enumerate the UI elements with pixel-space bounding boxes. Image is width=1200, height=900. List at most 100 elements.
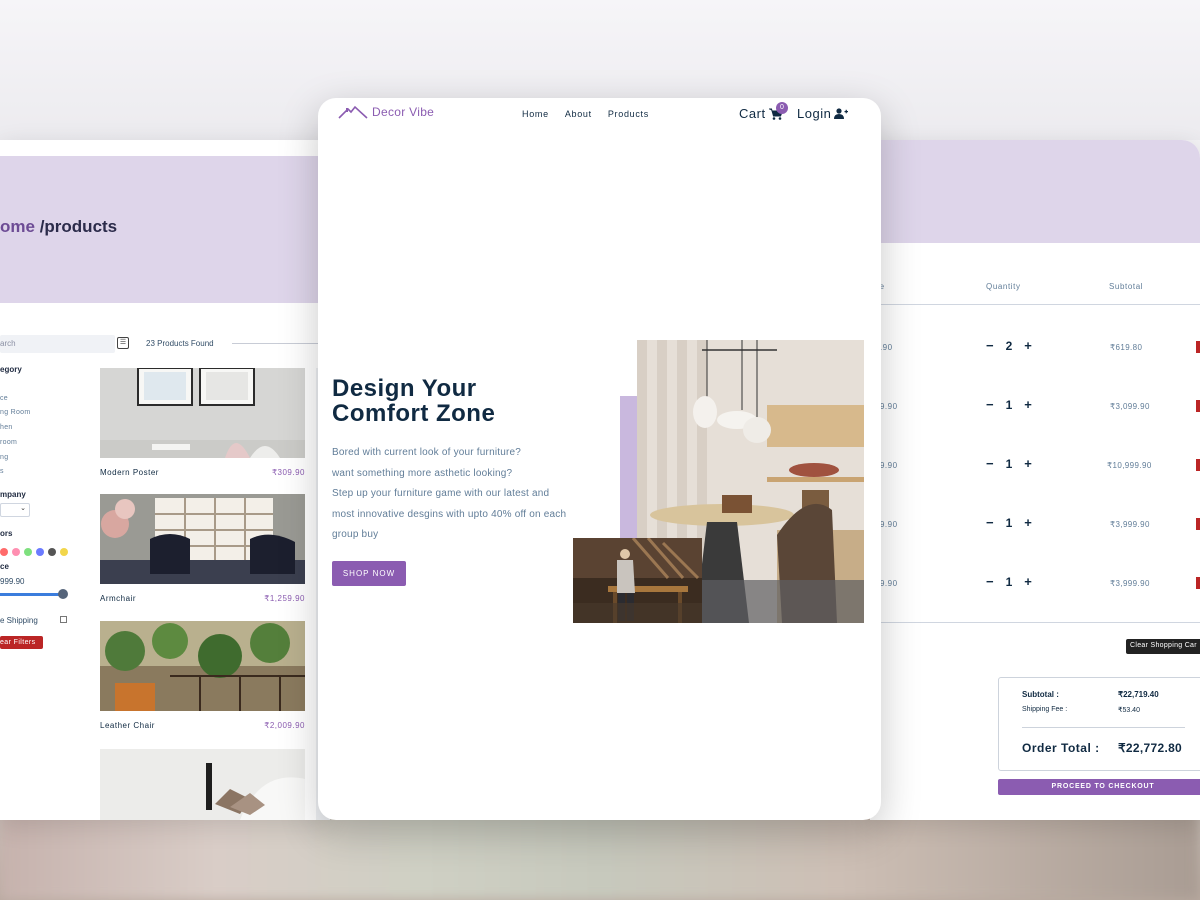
hero-title-line: Comfort Zone — [332, 400, 496, 427]
cart-hero-band — [870, 140, 1200, 243]
increase-button[interactable]: + — [1024, 338, 1032, 353]
increase-button[interactable]: + — [1024, 574, 1032, 589]
decrease-button[interactable]: − — [986, 456, 994, 471]
cart-item-subtotal: ₹3,099.90 — [1110, 402, 1150, 411]
hero-title-line: Design Your — [332, 375, 477, 402]
hero-desc-line: Bored with current look of your furnitur… — [332, 447, 522, 458]
product-image — [100, 749, 305, 820]
breadcrumb: ome /products — [0, 217, 117, 237]
decrease-button[interactable]: − — [986, 397, 994, 412]
product-card[interactable] — [100, 749, 305, 820]
product-card[interactable]: Leather Chair ₹2,009.90 — [100, 621, 305, 730]
quantity-value: 2 — [1005, 338, 1013, 353]
divider — [232, 343, 330, 344]
cart-row: 99.90 − 1 + ₹3,999.90 — [870, 515, 1200, 535]
cart-item-subtotal: ₹10,999.90 — [1107, 461, 1152, 470]
clear-filters-button[interactable]: ear Filters — [0, 636, 43, 649]
product-price: ₹1,259.90 — [264, 594, 305, 603]
nav-home[interactable]: Home — [522, 109, 549, 119]
product-meta: Modern Poster ₹309.90 — [100, 468, 305, 477]
color-swatch[interactable] — [24, 548, 32, 556]
category-item[interactable]: hen — [0, 424, 13, 431]
color-options — [0, 548, 68, 556]
product-name: Leather Chair — [100, 721, 155, 730]
price-filter-title: ce — [0, 562, 9, 571]
product-card[interactable]: Modern Poster ₹309.90 — [100, 368, 305, 477]
product-image — [100, 494, 305, 584]
category-filter-title: egory — [0, 365, 22, 374]
decrease-button[interactable]: − — [986, 574, 994, 589]
decrease-button[interactable]: − — [986, 515, 994, 530]
increase-button[interactable]: + — [1024, 515, 1032, 530]
divider — [870, 304, 1200, 305]
category-item[interactable]: room — [0, 439, 17, 446]
product-meta: Armchair ₹1,259.90 — [100, 594, 305, 603]
company-select[interactable]: ⌄ — [0, 503, 30, 517]
shop-now-button[interactable]: SHOP NOW — [332, 561, 406, 586]
user-plus-icon — [834, 108, 849, 119]
remove-item-button[interactable] — [1196, 577, 1200, 589]
list-view-icon[interactable]: ☰ — [117, 337, 129, 349]
remove-item-button[interactable] — [1196, 518, 1200, 530]
product-price: ₹2,009.90 — [264, 721, 305, 730]
product-name: Armchair — [100, 594, 137, 603]
house-logo-icon — [338, 105, 368, 119]
breadcrumb-home-link[interactable]: ome — [0, 217, 35, 236]
quantity-value: 1 — [1005, 574, 1013, 589]
brand-logo[interactable]: Decor Vibe — [338, 105, 434, 119]
product-card[interactable]: Armchair ₹1,259.90 — [100, 494, 305, 603]
cart-item-subtotal: ₹619.80 — [1110, 343, 1143, 352]
quantity-stepper: − 2 + — [986, 338, 1032, 353]
remove-item-button[interactable] — [1196, 341, 1200, 353]
search-input[interactable]: arch — [0, 335, 115, 353]
remove-item-button[interactable] — [1196, 459, 1200, 471]
increase-button[interactable]: + — [1024, 397, 1032, 412]
cart-row: 9.90 − 2 + ₹619.80 — [870, 338, 1200, 358]
price-slider-handle[interactable] — [58, 589, 68, 599]
category-item[interactable]: ng Room — [0, 409, 31, 416]
color-swatch[interactable] — [12, 548, 20, 556]
divider — [870, 622, 1200, 623]
cart-page-preview: ce Quantity Subtotal 9.90 − 2 + ₹619.80 … — [870, 140, 1200, 820]
shipping-fee-label: Shipping Fee : — [1022, 706, 1068, 713]
increase-button[interactable]: + — [1024, 456, 1032, 471]
color-swatch[interactable] — [36, 548, 44, 556]
cart-label: Cart — [739, 106, 766, 121]
checkout-button[interactable]: PROCEED TO CHECKOUT — [998, 779, 1200, 795]
subtotal-value: ₹22,719.40 — [1118, 690, 1159, 699]
craftsman-image — [573, 538, 702, 623]
cart-header-quantity: Quantity — [986, 282, 1021, 291]
cart-count-badge: 0 — [776, 102, 788, 114]
decrease-button[interactable]: − — [986, 338, 994, 353]
login-button[interactable]: Login — [797, 106, 849, 121]
price-slider[interactable] — [0, 593, 62, 596]
color-swatch[interactable] — [48, 548, 56, 556]
shipping-fee-value: ₹53.40 — [1118, 707, 1140, 714]
free-shipping-label: e Shipping — [0, 616, 38, 625]
hero-title: Design Your Comfort Zone — [332, 376, 592, 426]
order-totals-box: Subtotal : ₹22,719.40 Shipping Fee : ₹53… — [998, 677, 1200, 771]
quantity-stepper: − 1 + — [986, 456, 1032, 471]
clear-cart-button[interactable]: Clear Shopping Car — [1126, 639, 1200, 654]
category-item[interactable]: ng — [0, 454, 8, 461]
product-meta: Leather Chair ₹2,009.90 — [100, 721, 305, 730]
nav-products[interactable]: Products — [608, 109, 649, 119]
category-item[interactable]: s — [0, 468, 4, 475]
cart-header-subtotal: Subtotal — [1109, 282, 1144, 291]
products-found-count: 23 Products Found — [146, 339, 214, 348]
cart-row: 99.90 − 1 + ₹3,099.90 — [870, 397, 1200, 417]
cart-item-subtotal: ₹3,999.90 — [1110, 579, 1150, 588]
cart-row: 99.90 − 1 + ₹3,999.90 — [870, 574, 1200, 594]
quantity-value: 1 — [1005, 456, 1013, 471]
products-page-preview: ome /products arch ☰ 23 Products Found e… — [0, 140, 330, 820]
remove-item-button[interactable] — [1196, 400, 1200, 412]
company-filter-title: mpany — [0, 490, 26, 499]
free-shipping-checkbox[interactable] — [60, 616, 67, 623]
color-swatch[interactable] — [0, 548, 8, 556]
product-image — [100, 621, 305, 711]
nav-about[interactable]: About — [565, 109, 592, 119]
category-item[interactable]: ce — [0, 395, 8, 402]
quantity-stepper: − 1 + — [986, 515, 1032, 530]
quantity-stepper: − 1 + — [986, 397, 1032, 412]
color-swatch[interactable] — [60, 548, 68, 556]
